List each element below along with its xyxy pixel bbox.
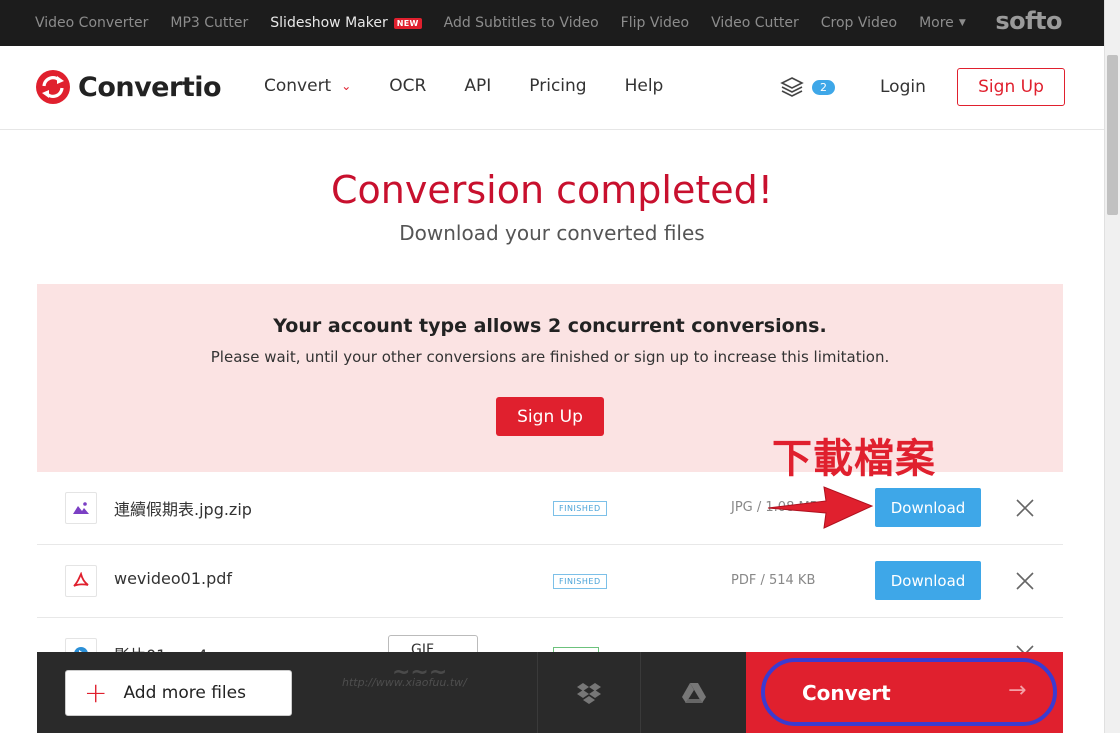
add-more-files-button[interactable]: + Add more files bbox=[65, 670, 292, 716]
topbar-link-flip-video[interactable]: Flip Video bbox=[621, 15, 689, 31]
file-meta: PDF / 514 KB bbox=[731, 573, 816, 588]
close-icon[interactable] bbox=[1013, 496, 1037, 520]
status-badge: FINISHED bbox=[553, 574, 607, 589]
queue-count-badge: 2 bbox=[812, 79, 835, 95]
notice-title: Your account type allows 2 concurrent co… bbox=[273, 315, 827, 337]
topbar-link-label: Add Subtitles to Video bbox=[443, 15, 599, 31]
nav-label: OCR bbox=[389, 76, 427, 96]
nav-label: Convert bbox=[264, 76, 332, 96]
close-icon[interactable] bbox=[1013, 569, 1037, 593]
logo-text: Convertio bbox=[78, 71, 222, 103]
status-badge: FINISHED bbox=[553, 501, 607, 516]
topbar-link-label: Video Converter bbox=[35, 15, 149, 31]
topbar-link-video-converter[interactable]: Video Converter bbox=[35, 15, 148, 31]
google-drive-icon bbox=[681, 682, 706, 703]
softo-brand-logo[interactable]: softo bbox=[995, 7, 1062, 35]
topbar-link-label: Video Cutter bbox=[711, 15, 799, 31]
dropbox-icon bbox=[577, 682, 601, 704]
nav-pricing[interactable]: Pricing bbox=[529, 76, 586, 96]
annotation-label: 下載檔案 bbox=[772, 436, 936, 482]
nav-label: API bbox=[464, 76, 492, 96]
annotation-arrow-icon bbox=[767, 486, 874, 529]
new-badge: NEW bbox=[393, 17, 422, 29]
notice-signup-button[interactable]: Sign Up bbox=[496, 397, 604, 436]
plus-icon: + bbox=[84, 676, 108, 709]
login-link[interactable]: Login bbox=[880, 77, 926, 97]
topbar-link-label: Flip Video bbox=[620, 15, 690, 31]
topbar-link-video-cutter[interactable]: Video Cutter bbox=[711, 15, 799, 31]
topbar-more-menu[interactable]: More ▼ bbox=[919, 15, 966, 31]
add-files-label: Add more files bbox=[123, 683, 246, 703]
nav-ocr[interactable]: OCR bbox=[389, 76, 426, 96]
file-name: wevideo01.pdf bbox=[114, 569, 233, 588]
notice-text: Please wait, until your other conversion… bbox=[210, 348, 890, 366]
dropbox-button[interactable] bbox=[537, 652, 640, 733]
topbar-link-crop-video[interactable]: Crop Video bbox=[821, 15, 897, 31]
conversions-queue-button[interactable]: 2 bbox=[780, 76, 835, 98]
download-button[interactable]: Download bbox=[875, 561, 981, 600]
top-tools-bar: Video Converter MP3 Cutter Slideshow Mak… bbox=[0, 0, 1104, 46]
convert-label: Convert bbox=[802, 681, 891, 705]
file-list: 連續假期表.jpg.zip FINISHED JPG / 1.08 MB Dow… bbox=[37, 472, 1063, 652]
file-name: 連續假期表.jpg.zip bbox=[114, 500, 252, 519]
scrollbar-thumb[interactable] bbox=[1107, 55, 1118, 215]
nav-label: Help bbox=[624, 76, 664, 96]
signup-button[interactable]: Sign Up bbox=[957, 68, 1065, 106]
nav-label: Pricing bbox=[529, 76, 587, 96]
topbar-link-slideshow-maker[interactable]: Slideshow Maker NEW bbox=[270, 15, 422, 31]
close-icon[interactable] bbox=[1013, 642, 1037, 652]
convert-button[interactable]: Convert → bbox=[746, 652, 1063, 733]
main-nav: Convert ⌄ OCR API Pricing Help bbox=[264, 76, 701, 96]
page-title: Conversion completed! bbox=[331, 168, 773, 212]
chevron-down-icon: ⌄ bbox=[341, 79, 352, 93]
output-format-select[interactable]: GIF bbox=[388, 635, 478, 652]
file-row: wevideo01.pdf FINISHED PDF / 514 KB Down… bbox=[37, 545, 1063, 618]
nav-convert[interactable]: Convert ⌄ bbox=[264, 76, 351, 96]
bottom-action-bar: + Add more files ~~~ http://www.xiaofuu.… bbox=[37, 652, 1063, 733]
site-header: Convertio Convert ⌄ OCR API Pricing Help … bbox=[0, 46, 1104, 130]
video-icon bbox=[65, 638, 97, 652]
layers-icon bbox=[780, 77, 804, 97]
caret-down-icon: ▼ bbox=[958, 18, 966, 28]
topbar-link-label: More bbox=[919, 15, 954, 31]
download-button[interactable]: Download bbox=[875, 488, 981, 527]
convertio-logo-icon bbox=[36, 70, 70, 104]
page-scrollbar[interactable] bbox=[1104, 0, 1120, 733]
topbar-link-add-subtitles[interactable]: Add Subtitles to Video bbox=[444, 15, 599, 31]
pdf-icon bbox=[65, 565, 97, 597]
file-row: 影片01.mp4 GIF bbox=[37, 618, 1063, 652]
google-drive-button[interactable] bbox=[640, 652, 746, 733]
nav-help[interactable]: Help bbox=[625, 76, 664, 96]
topbar-link-mp3-cutter[interactable]: MP3 Cutter bbox=[170, 15, 248, 31]
watermark-url: http://www.xiaofuu.tw/ bbox=[342, 676, 467, 689]
file-name: 影片01.mp4 bbox=[114, 642, 207, 652]
image-icon bbox=[65, 492, 97, 524]
convertio-logo[interactable]: Convertio bbox=[35, 69, 222, 105]
arrow-right-icon: → bbox=[1008, 678, 1027, 703]
page-subtitle: Download your converted files bbox=[399, 221, 705, 245]
nav-api[interactable]: API bbox=[464, 76, 491, 96]
topbar-link-label: Crop Video bbox=[820, 15, 898, 31]
topbar-link-label: Slideshow Maker bbox=[270, 15, 388, 31]
topbar-link-label: MP3 Cutter bbox=[170, 15, 249, 31]
